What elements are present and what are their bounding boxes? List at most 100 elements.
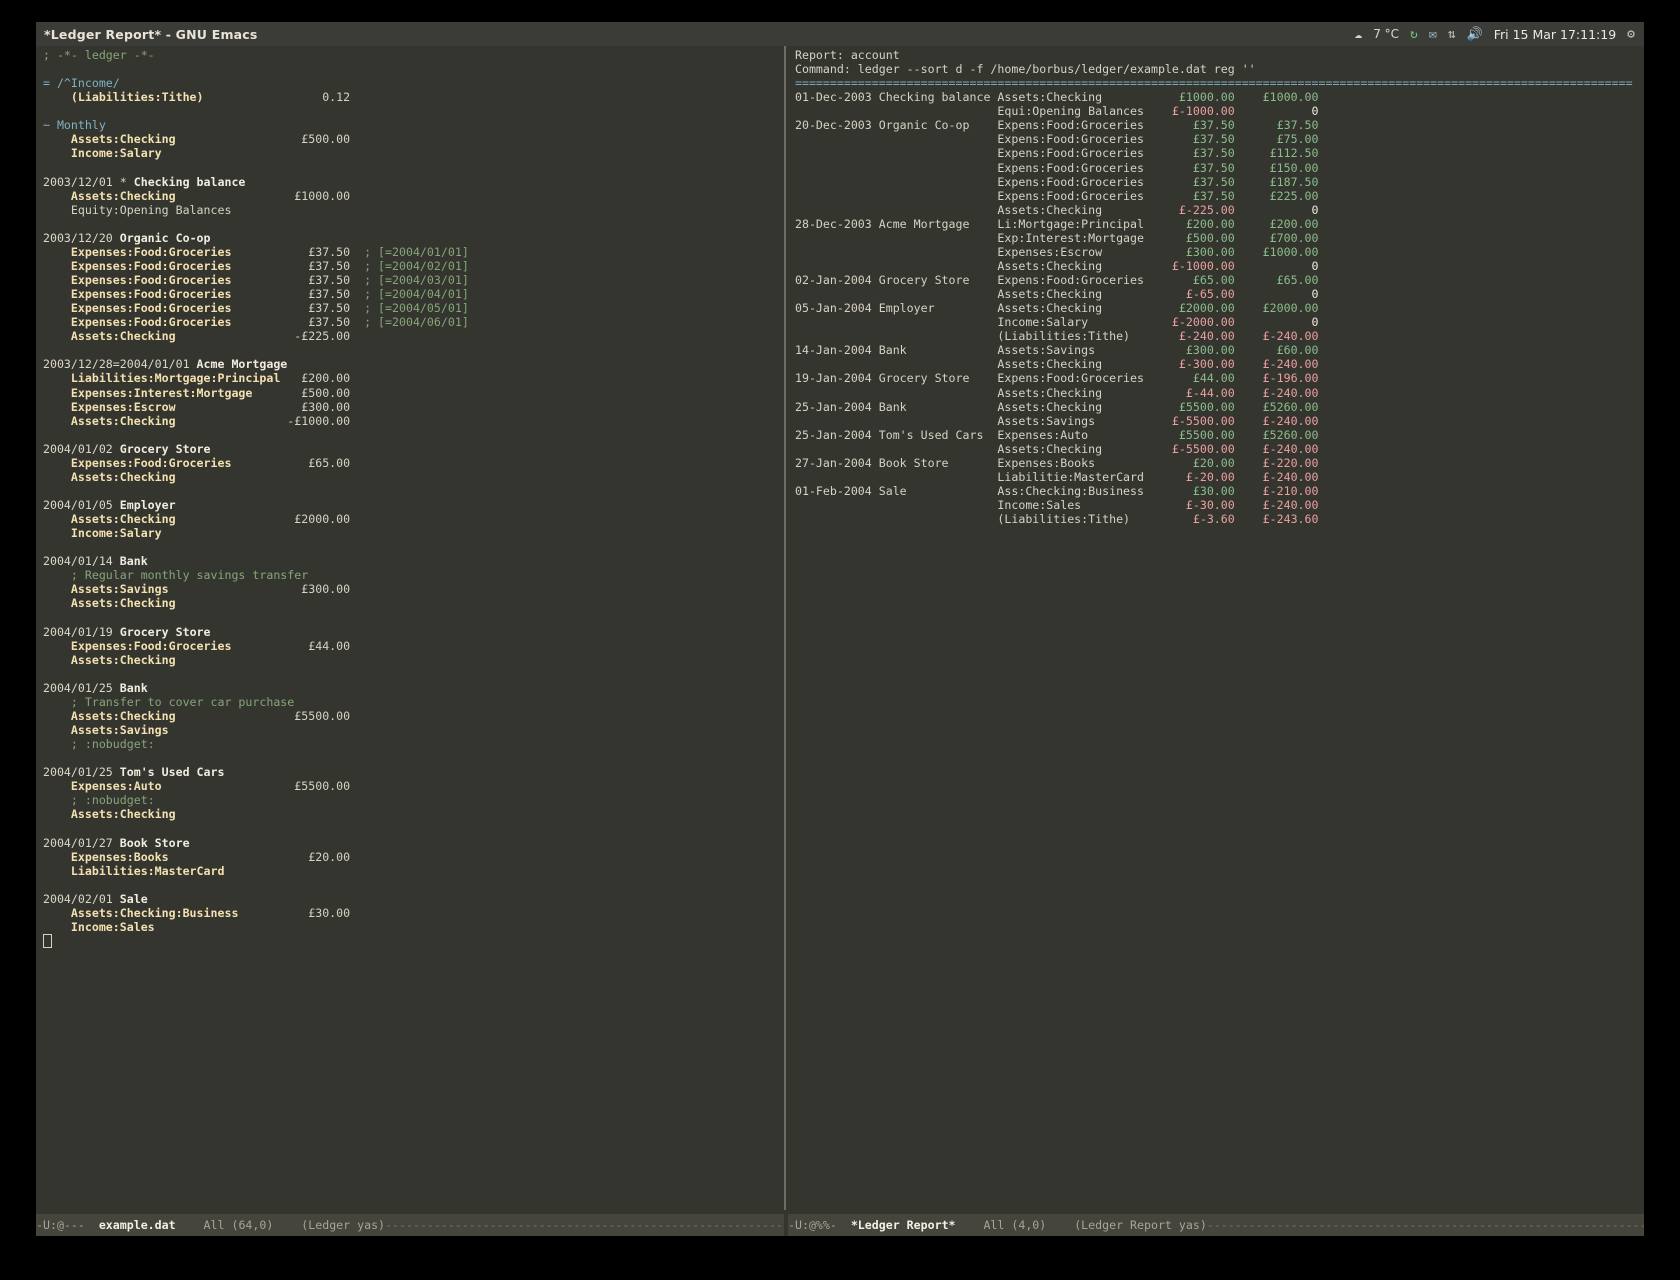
report-row[interactable]: 25-Jan-2004 Tom's Used Cars Expenses:Aut… bbox=[788, 428, 1644, 442]
report-row[interactable]: Assets:Savings £-5500.00 £-240.00 bbox=[788, 414, 1644, 428]
ledger-line[interactable] bbox=[36, 104, 784, 118]
report-row[interactable]: Income:Sales £-30.00 £-240.00 bbox=[788, 498, 1644, 512]
report-row[interactable]: 28-Dec-2003 Acme Mortgage Li:Mortgage:Pr… bbox=[788, 217, 1644, 231]
ledger-line[interactable]: 2004/01/25 Tom's Used Cars bbox=[36, 765, 784, 779]
report-row[interactable]: Assets:Checking £-44.00 £-240.00 bbox=[788, 386, 1644, 400]
report-row[interactable]: 01-Dec-2003 Checking balance Assets:Chec… bbox=[788, 90, 1644, 104]
ledger-line[interactable]: Expenses:Food:Groceries £37.50 ; [=2004/… bbox=[36, 273, 784, 287]
ledger-line[interactable]: Income:Salary bbox=[36, 526, 784, 540]
ledger-line[interactable]: Income:Sales bbox=[36, 920, 784, 934]
ledger-line[interactable]: 2004/02/01 Sale bbox=[36, 892, 784, 906]
report-row[interactable]: (Liabilities:Tithe) £-240.00 £-240.00 bbox=[788, 329, 1644, 343]
window-divider[interactable] bbox=[784, 46, 786, 1210]
ledger-line[interactable]: Assets:Checking -£1000.00 bbox=[36, 414, 784, 428]
ledger-line[interactable]: Expenses:Escrow £300.00 bbox=[36, 400, 784, 414]
ledger-line[interactable]: 2004/01/19 Grocery Store bbox=[36, 625, 784, 639]
ledger-line[interactable]: ; Transfer to cover car purchase bbox=[36, 695, 784, 709]
report-row[interactable]: Expens:Food:Groceries £37.50 £225.00 bbox=[788, 189, 1644, 203]
ledger-line[interactable] bbox=[36, 878, 784, 892]
ledger-line[interactable]: Expenses:Food:Groceries £37.50 ; [=2004/… bbox=[36, 245, 784, 259]
ledger-line[interactable] bbox=[36, 611, 784, 625]
report-row[interactable]: Expens:Food:Groceries £37.50 £187.50 bbox=[788, 175, 1644, 189]
mail-icon[interactable]: ✉ bbox=[1429, 28, 1437, 41]
ledger-line[interactable]: Assets:Checking £500.00 bbox=[36, 132, 784, 146]
report-row[interactable]: Assets:Checking £-1000.00 0 bbox=[788, 259, 1644, 273]
report-row[interactable]: Assets:Checking £-5500.00 £-240.00 bbox=[788, 442, 1644, 456]
ledger-line[interactable] bbox=[36, 161, 784, 175]
ledger-line[interactable] bbox=[36, 821, 784, 835]
report-row[interactable]: 02-Jan-2004 Grocery Store Expens:Food:Gr… bbox=[788, 273, 1644, 287]
ledger-line[interactable]: 2004/01/14 Bank bbox=[36, 554, 784, 568]
ledger-line[interactable] bbox=[36, 934, 784, 948]
ledger-line[interactable]: Assets:Checking bbox=[36, 470, 784, 484]
ledger-line[interactable] bbox=[36, 484, 784, 498]
ledger-line[interactable]: Assets:Checking bbox=[36, 596, 784, 610]
ledger-line[interactable]: Assets:Checking bbox=[36, 807, 784, 821]
report-row[interactable]: Exp:Interest:Mortgage £500.00 £700.00 bbox=[788, 231, 1644, 245]
report-row[interactable]: Expens:Food:Groceries £37.50 £75.00 bbox=[788, 132, 1644, 146]
report-row[interactable]: Income:Salary £-2000.00 0 bbox=[788, 315, 1644, 329]
ledger-line[interactable] bbox=[36, 428, 784, 442]
ledger-line[interactable]: = /^Income/ bbox=[36, 76, 784, 90]
ledger-line[interactable]: Assets:Checking -£225.00 bbox=[36, 329, 784, 343]
ledger-line[interactable]: 2003/12/01 * Checking balance bbox=[36, 175, 784, 189]
ledger-line[interactable]: Assets:Checking £5500.00 bbox=[36, 709, 784, 723]
network-updown-icon[interactable]: ⇅ bbox=[1448, 28, 1456, 41]
ledger-line[interactable]: Expenses:Books £20.00 bbox=[36, 850, 784, 864]
report-row[interactable]: 27-Jan-2004 Book Store Expenses:Books £2… bbox=[788, 456, 1644, 470]
window-right[interactable]: Report: account Command: ledger --sort d… bbox=[788, 46, 1644, 1236]
ledger-line[interactable]: ; Regular monthly savings transfer bbox=[36, 568, 784, 582]
window-left[interactable]: ; -*- ledger -*- = /^Income/ (Liabilitie… bbox=[36, 46, 784, 1236]
ledger-line[interactable]: Expenses:Auto £5500.00 bbox=[36, 779, 784, 793]
ledger-line[interactable]: 2004/01/27 Book Store bbox=[36, 836, 784, 850]
report-row[interactable]: Expenses:Escrow £300.00 £1000.00 bbox=[788, 245, 1644, 259]
volume-icon[interactable]: 🔊 bbox=[1467, 28, 1483, 41]
ledger-line[interactable]: ; :nobudget: bbox=[36, 793, 784, 807]
ledger-source-buffer[interactable]: ; -*- ledger -*- = /^Income/ (Liabilitie… bbox=[36, 46, 784, 1210]
report-row[interactable]: 14-Jan-2004 Bank Assets:Savings £300.00 … bbox=[788, 343, 1644, 357]
ledger-line[interactable]: ~ Monthly bbox=[36, 118, 784, 132]
ledger-line[interactable]: Assets:Checking bbox=[36, 653, 784, 667]
ledger-line[interactable]: Expenses:Food:Groceries £37.50 ; [=2004/… bbox=[36, 287, 784, 301]
report-row[interactable]: 25-Jan-2004 Bank Assets:Checking £5500.0… bbox=[788, 400, 1644, 414]
ledger-line[interactable]: Expenses:Food:Groceries £37.50 ; [=2004/… bbox=[36, 259, 784, 273]
ledger-line[interactable]: Assets:Checking £1000.00 bbox=[36, 189, 784, 203]
ledger-line[interactable]: 2004/01/02 Grocery Store bbox=[36, 442, 784, 456]
ledger-line[interactable] bbox=[36, 667, 784, 681]
report-row[interactable]: 20-Dec-2003 Organic Co-op Expens:Food:Gr… bbox=[788, 118, 1644, 132]
ledger-line[interactable] bbox=[36, 62, 784, 76]
ledger-line[interactable]: Expenses:Food:Groceries £37.50 ; [=2004/… bbox=[36, 315, 784, 329]
ledger-line[interactable]: 2003/12/20 Organic Co-op bbox=[36, 231, 784, 245]
report-row[interactable]: Equi:Opening Balances £-1000.00 0 bbox=[788, 104, 1644, 118]
ledger-line[interactable]: 2004/01/25 Bank bbox=[36, 681, 784, 695]
ledger-line[interactable]: Expenses:Food:Groceries £65.00 bbox=[36, 456, 784, 470]
ledger-line[interactable]: Assets:Savings bbox=[36, 723, 784, 737]
ledger-line[interactable]: Liabilities:Mortgage:Principal £200.00 bbox=[36, 371, 784, 385]
report-row[interactable]: 01-Feb-2004 Sale Ass:Checking:Business £… bbox=[788, 484, 1644, 498]
report-command[interactable]: Command: ledger --sort d -f /home/borbus… bbox=[788, 62, 1644, 76]
ledger-line[interactable]: ; :nobudget: bbox=[36, 737, 784, 751]
ledger-line[interactable]: Income:Salary bbox=[36, 146, 784, 160]
report-label[interactable]: Report: account bbox=[788, 48, 1644, 62]
ledger-line[interactable]: 2004/01/05 Employer bbox=[36, 498, 784, 512]
ledger-line[interactable]: Assets:Savings £300.00 bbox=[36, 582, 784, 596]
ledger-line[interactable]: ; -*- ledger -*- bbox=[36, 48, 784, 62]
report-row[interactable]: 19-Jan-2004 Grocery Store Expens:Food:Gr… bbox=[788, 371, 1644, 385]
settings-icon[interactable]: ⚙ bbox=[1627, 28, 1635, 41]
ledger-line[interactable]: (Liabilities:Tithe) 0.12 bbox=[36, 90, 784, 104]
report-row[interactable]: Assets:Checking £-65.00 0 bbox=[788, 287, 1644, 301]
ledger-line[interactable]: Expenses:Interest:Mortgage £500.00 bbox=[36, 386, 784, 400]
ledger-line[interactable] bbox=[36, 540, 784, 554]
ledger-line[interactable] bbox=[36, 343, 784, 357]
report-row[interactable]: Expens:Food:Groceries £37.50 £150.00 bbox=[788, 161, 1644, 175]
ledger-line[interactable]: Expenses:Food:Groceries £37.50 ; [=2004/… bbox=[36, 301, 784, 315]
ledger-line[interactable] bbox=[36, 217, 784, 231]
ledger-line[interactable]: Expenses:Food:Groceries £44.00 bbox=[36, 639, 784, 653]
report-row[interactable]: (Liabilities:Tithe) £-3.60 £-243.60 bbox=[788, 512, 1644, 526]
ledger-line[interactable] bbox=[36, 751, 784, 765]
ledger-report-buffer[interactable]: Report: account Command: ledger --sort d… bbox=[788, 46, 1644, 1210]
ledger-line[interactable]: Assets:Checking £2000.00 bbox=[36, 512, 784, 526]
ledger-line[interactable]: Assets:Checking:Business £30.00 bbox=[36, 906, 784, 920]
report-row[interactable]: Expens:Food:Groceries £37.50 £112.50 bbox=[788, 146, 1644, 160]
ledger-line[interactable]: Equity:Opening Balances bbox=[36, 203, 784, 217]
